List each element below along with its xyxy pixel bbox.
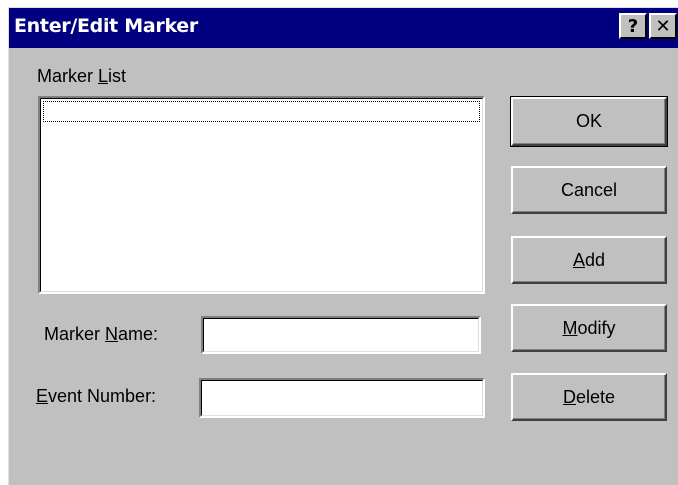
close-icon: ✕	[655, 15, 671, 37]
enter-edit-marker-dialog: Enter/Edit Marker ? ✕ Marker List Marker…	[8, 7, 678, 485]
title-bar[interactable]: Enter/Edit Marker ? ✕	[9, 8, 678, 48]
help-icon: ?	[627, 15, 639, 37]
marker-name-field[interactable]	[201, 316, 481, 354]
ok-button[interactable]: OK	[510, 96, 668, 147]
marker-name-frame	[203, 318, 479, 352]
marker-list-frame	[40, 98, 483, 292]
add-button[interactable]: Add	[511, 236, 667, 284]
event-number-field[interactable]	[199, 378, 485, 418]
list-focus-row[interactable]	[43, 101, 480, 122]
window-title: Enter/Edit Marker	[14, 15, 198, 37]
help-button[interactable]: ?	[619, 13, 647, 39]
cancel-button[interactable]: Cancel	[511, 166, 667, 214]
close-button[interactable]: ✕	[649, 13, 677, 39]
modify-button[interactable]: Modify	[511, 304, 667, 352]
marker-name-label: Marker Name:	[44, 324, 159, 344]
delete-button[interactable]: Delete	[511, 373, 667, 421]
marker-list[interactable]	[38, 96, 485, 294]
event-number-frame	[201, 380, 483, 416]
event-number-label: Event Number:	[36, 386, 157, 406]
marker-list-label: Marker List	[37, 66, 127, 86]
